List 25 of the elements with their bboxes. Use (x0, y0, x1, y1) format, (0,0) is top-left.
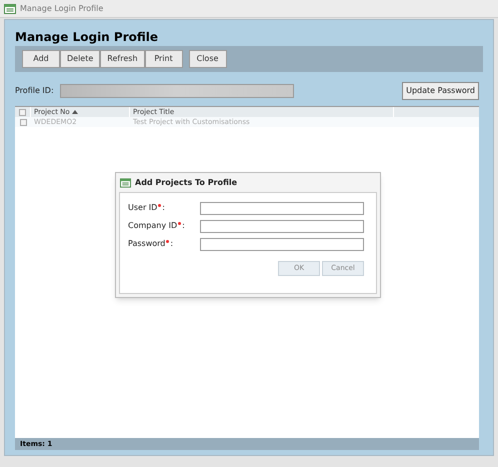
field-label: Password : (128, 238, 174, 250)
update-password-button[interactable]: Update Password (402, 82, 479, 100)
field-label: User ID : (128, 202, 166, 214)
input-field[interactable] (200, 238, 364, 250)
window-icon (4, 4, 16, 14)
toolbar-button[interactable]: Close (188, 50, 227, 68)
field-label: Company ID : (128, 220, 186, 232)
window-icon (120, 178, 131, 188)
page-heading: Manage Login Profile (15, 30, 160, 46)
row-checkbox[interactable] (20, 118, 26, 126)
toolbar-button[interactable]: Delete (60, 50, 100, 68)
window-title: Manage Login Profile (20, 2, 104, 14)
select-all-checkbox[interactable] (19, 108, 26, 116)
sort-ascending-icon (72, 110, 78, 114)
dialog-title: Add Projects To Profile (135, 176, 238, 188)
toolbar-button[interactable]: Print (144, 50, 183, 68)
toolbar-button[interactable]: Add (22, 50, 60, 68)
required-mark-icon (158, 204, 162, 207)
profile-id-field[interactable] (60, 84, 294, 98)
required-mark-icon (166, 240, 170, 243)
input-field[interactable] (200, 220, 364, 232)
toolbar-button[interactable]: Refresh (100, 50, 145, 68)
field-label: Profile ID: (15, 85, 55, 97)
required-mark-icon (178, 222, 182, 225)
input-field[interactable] (200, 202, 364, 214)
